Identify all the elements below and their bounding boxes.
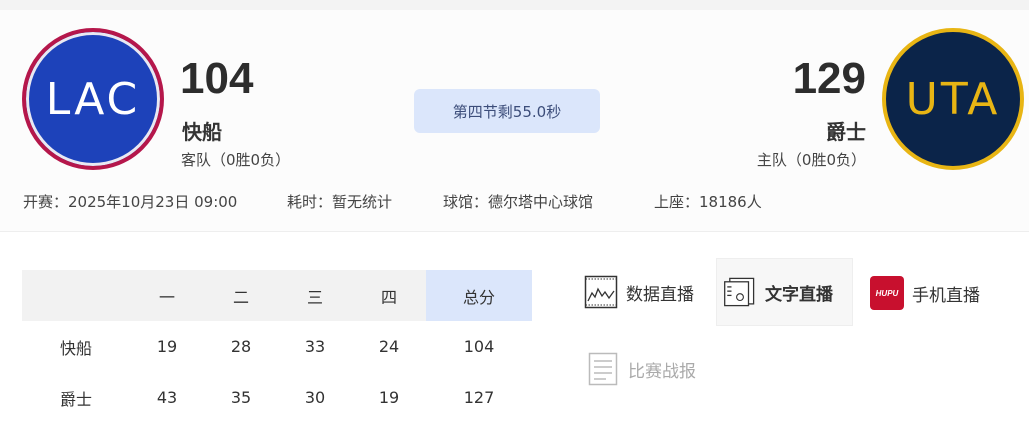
table-cell-total: 127 <box>463 388 495 407</box>
game-status-badge: 第四节剩55.0秒 <box>414 89 600 133</box>
table-cell: 43 <box>156 388 178 407</box>
away-team-logo[interactable]: LAC <box>22 28 164 170</box>
away-logo-text: LAC <box>45 73 141 125</box>
home-team-name[interactable]: 爵士 <box>826 116 866 145</box>
away-team-name[interactable]: 快船 <box>182 116 222 145</box>
table-header-q1: 一 <box>130 270 204 321</box>
table-cell: 33 <box>304 337 326 356</box>
home-team-logo[interactable]: UTA <box>882 28 1024 170</box>
game-venue: 球馆：德尔塔中心球馆 <box>443 193 594 211</box>
table-header-q4: 四 <box>352 270 426 321</box>
home-logo-text: UTA <box>905 73 1001 125</box>
table-cell-team[interactable]: 爵士 <box>22 372 130 422</box>
data-live-label: 数据直播 <box>626 284 694 305</box>
game-duration: 耗时：暂无统计 <box>287 193 393 211</box>
text-live-label: 文字直播 <box>765 284 833 305</box>
chart-icon <box>584 275 618 309</box>
hupu-icon: HUPU <box>870 276 904 310</box>
table-header-q3: 三 <box>278 270 352 321</box>
game-attendance: 上座：18186人 <box>654 193 762 211</box>
home-team-record: 主队（0胜0负） <box>756 151 866 169</box>
report-icon <box>586 352 620 386</box>
table-cell-team[interactable]: 快船 <box>22 321 130 372</box>
table-header-team <box>22 270 130 321</box>
game-report-link[interactable]: 比赛战报 <box>586 352 696 386</box>
table-row: 快船 19 28 33 24 104 <box>22 321 532 372</box>
table-header-total: 总分 <box>426 270 532 321</box>
text-live-link[interactable]: 文字直播 <box>716 258 853 326</box>
table-cell: 35 <box>230 388 252 407</box>
table-row: 爵士 43 35 30 19 127 <box>22 372 532 422</box>
home-score: 129 <box>792 54 866 103</box>
away-score: 104 <box>180 54 254 103</box>
document-icon <box>723 275 757 309</box>
table-cell-total: 104 <box>463 337 495 356</box>
table-cell: 19 <box>156 337 178 356</box>
hupu-icon-text: HUPU <box>870 276 904 310</box>
away-team-record: 客队（0胜0负） <box>181 151 291 169</box>
table-cell: 28 <box>230 337 252 356</box>
game-report-label: 比赛战报 <box>628 361 696 382</box>
table-header-q2: 二 <box>204 270 278 321</box>
table-cell: 30 <box>304 388 326 407</box>
quarter-score-table: 一 二 三 四 总分 快船 19 28 33 24 104 爵士 43 35 3… <box>22 270 532 422</box>
data-live-link[interactable]: 数据直播 <box>584 275 694 309</box>
game-start-time: 开赛：2025年10月23日 09:00 <box>23 193 238 211</box>
top-strip <box>0 0 1029 10</box>
mobile-live-label: 手机直播 <box>912 285 980 306</box>
mobile-live-link[interactable]: HUPU 手机直播 <box>870 276 980 310</box>
table-cell: 19 <box>378 388 400 407</box>
table-cell: 24 <box>378 337 400 356</box>
table-header-row: 一 二 三 四 总分 <box>22 270 532 321</box>
